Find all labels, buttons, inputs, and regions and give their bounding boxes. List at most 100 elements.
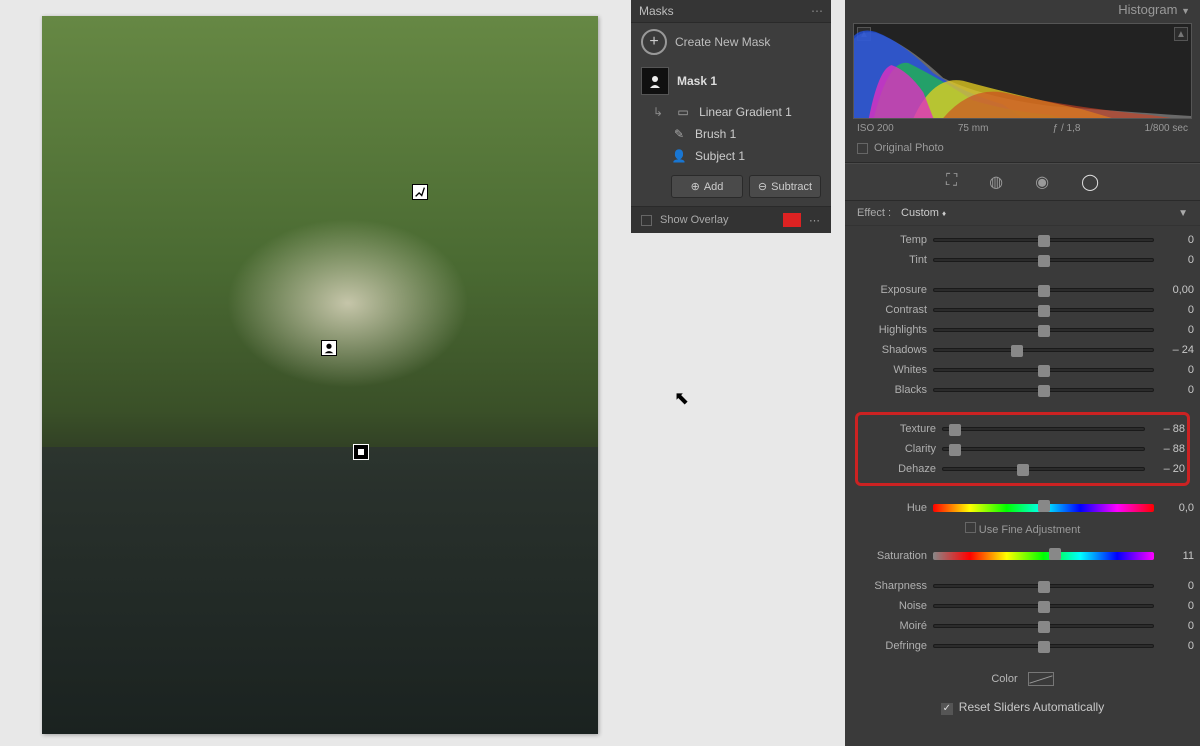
effect-preset-dropdown[interactable]: Custom ♦ <box>901 207 946 219</box>
highlighted-group: Texture – 88 Clarity – 88 Dehaze – 20 <box>855 412 1190 486</box>
slider-label: Whites <box>851 364 927 376</box>
slider-value: 0 <box>1160 640 1194 652</box>
meta-iso: ISO 200 <box>857 123 894 134</box>
slider-label: Blacks <box>851 384 927 396</box>
heal-tool-icon[interactable]: ◍ <box>989 172 1003 192</box>
meta-shutter: 1/800 sec <box>1145 123 1188 134</box>
overlay-options-icon[interactable]: ⋯ <box>809 214 821 227</box>
slider-moire[interactable]: Moiré 0 <box>851 616 1194 636</box>
mask-component-brush[interactable]: ✎ Brush 1 <box>631 123 831 145</box>
create-mask-label[interactable]: Create New Mask <box>675 35 770 49</box>
slider-value: – 20 <box>1151 463 1185 475</box>
brush-pin-icon[interactable] <box>412 184 428 200</box>
subtract-button[interactable]: ⊖ Subtract <box>749 175 821 198</box>
slider-track[interactable] <box>942 447 1145 451</box>
slider-defringe[interactable]: Defringe 0 <box>851 636 1194 656</box>
redeye-tool-icon[interactable]: ◉ <box>1035 172 1049 192</box>
show-overlay-checkbox[interactable] <box>641 215 652 226</box>
mask-tool-icon[interactable]: ◯ <box>1081 172 1099 192</box>
slider-label: Moiré <box>851 620 927 632</box>
slider-exposure[interactable]: Exposure 0,00 <box>851 280 1194 300</box>
slider-blacks[interactable]: Blacks 0 <box>851 380 1194 400</box>
slider-track[interactable] <box>933 288 1154 292</box>
mask-name[interactable]: Mask 1 <box>677 74 717 88</box>
slider-track[interactable] <box>933 584 1154 588</box>
slider-hue[interactable]: Hue 0,0 <box>851 498 1194 518</box>
slider-value: 11 <box>1160 550 1194 562</box>
slider-track[interactable] <box>933 604 1154 608</box>
slider-track[interactable] <box>933 504 1154 512</box>
slider-temp[interactable]: Temp 0 <box>851 230 1194 250</box>
slider-track[interactable] <box>933 258 1154 262</box>
subject-pin-icon[interactable] <box>321 340 337 356</box>
photo-preview[interactable] <box>42 16 598 734</box>
mask-component-subject[interactable]: 👤 Subject 1 <box>631 145 831 167</box>
slider-track[interactable] <box>933 348 1154 352</box>
panel-disclosure-icon[interactable]: ▼ <box>1178 208 1188 219</box>
slider-track[interactable] <box>933 552 1154 560</box>
slider-value: 0 <box>1160 234 1194 246</box>
histogram-title[interactable]: Histogram <box>1118 2 1177 17</box>
slider-value: – 88 <box>1151 443 1185 455</box>
slider-label: Hue <box>851 502 927 514</box>
slider-label: Sharpness <box>851 580 927 592</box>
slider-track[interactable] <box>933 238 1154 242</box>
original-photo-checkbox[interactable] <box>857 143 868 154</box>
slider-track[interactable] <box>942 467 1145 471</box>
meta-aperture: ƒ / 1,8 <box>1053 123 1081 134</box>
fine-adjust-checkbox[interactable] <box>965 522 976 533</box>
cursor-icon: ⬉ <box>674 388 689 409</box>
subject-icon: 👤 <box>671 150 687 162</box>
slider-label: Contrast <box>851 304 927 316</box>
mask-component-gradient[interactable]: ↳ ▭ Linear Gradient 1 <box>631 101 831 123</box>
crop-tool-icon[interactable]: ⛶ <box>946 172 957 192</box>
slider-value: 0 <box>1160 620 1194 632</box>
slider-label: Texture <box>860 423 936 435</box>
slider-value: 0 <box>1160 600 1194 612</box>
slider-track[interactable] <box>933 328 1154 332</box>
create-mask-button[interactable]: + <box>641 29 667 55</box>
meta-focal: 75 mm <box>958 123 989 134</box>
slider-track[interactable] <box>933 388 1154 392</box>
effect-label: Effect : <box>857 207 891 219</box>
slider-value: 0 <box>1160 580 1194 592</box>
panel-menu-icon[interactable]: ⋯ <box>811 4 823 18</box>
slider-track[interactable] <box>942 427 1145 431</box>
slider-track[interactable] <box>933 368 1154 372</box>
collapse-icon[interactable]: ▼ <box>1181 6 1190 16</box>
gradient-pin-icon[interactable] <box>353 444 369 460</box>
slider-contrast[interactable]: Contrast 0 <box>851 300 1194 320</box>
slider-whites[interactable]: Whites 0 <box>851 360 1194 380</box>
slider-shadows[interactable]: Shadows – 24 <box>851 340 1194 360</box>
slider-highlights[interactable]: Highlights 0 <box>851 320 1194 340</box>
slider-track[interactable] <box>933 644 1154 648</box>
slider-label: Saturation <box>851 550 927 562</box>
slider-tint[interactable]: Tint 0 <box>851 250 1194 270</box>
show-overlay-label: Show Overlay <box>660 214 728 226</box>
slider-value: 0 <box>1160 364 1194 376</box>
slider-texture[interactable]: Texture – 88 <box>860 419 1185 439</box>
color-label: Color <box>991 673 1017 685</box>
color-swatch[interactable] <box>1028 672 1054 686</box>
fine-adjust-label: Use Fine Adjustment <box>979 524 1081 536</box>
slider-dehaze[interactable]: Dehaze – 20 <box>860 459 1185 479</box>
overlay-color-swatch[interactable] <box>783 213 801 227</box>
slider-value: – 88 <box>1151 423 1185 435</box>
add-button[interactable]: ⊕ Add <box>671 175 743 198</box>
histogram[interactable]: ▲ ▲ <box>853 23 1192 119</box>
slider-clarity[interactable]: Clarity – 88 <box>860 439 1185 459</box>
reset-label: Reset Sliders Automatically <box>959 700 1104 714</box>
slider-track[interactable] <box>933 308 1154 312</box>
slider-value: – 24 <box>1160 344 1194 356</box>
brush-icon: ✎ <box>671 128 687 140</box>
reset-checkbox[interactable]: ✓ <box>941 703 953 715</box>
original-photo-label: Original Photo <box>874 142 944 154</box>
slider-sharpness[interactable]: Sharpness 0 <box>851 576 1194 596</box>
mask-thumbnail[interactable] <box>641 67 669 95</box>
slider-saturation[interactable]: Saturation 11 <box>851 546 1194 566</box>
slider-track[interactable] <box>933 624 1154 628</box>
masks-panel: Masks ⋯ + Create New Mask Mask 1 ↳ ▭ Lin… <box>631 0 831 233</box>
slider-noise[interactable]: Noise 0 <box>851 596 1194 616</box>
masks-title: Masks <box>639 4 674 18</box>
slider-label: Temp <box>851 234 927 246</box>
